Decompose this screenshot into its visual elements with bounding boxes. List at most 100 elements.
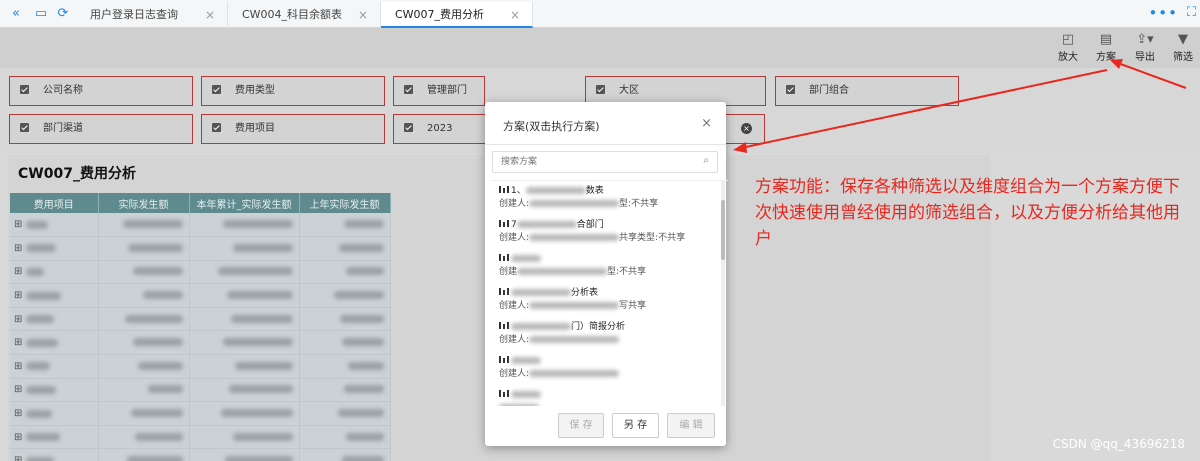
tab-account-balance[interactable]: CW004_科目余额表 × xyxy=(228,2,381,28)
scheme-meta: 创建人: xyxy=(499,368,719,381)
checkbox-icon[interactable] xyxy=(20,123,29,132)
expand-icon[interactable]: ⊞ xyxy=(14,219,22,230)
table-row[interactable]: ⊞ xyxy=(10,378,391,403)
scrollbar[interactable] xyxy=(721,180,725,406)
export-label: 导出 xyxy=(1135,52,1155,63)
close-icon[interactable]: × xyxy=(358,2,368,28)
scheme-name xyxy=(499,253,719,266)
table-cell xyxy=(189,213,300,238)
checkbox-icon[interactable] xyxy=(212,123,221,132)
expand-icon[interactable]: ⊞ xyxy=(14,337,22,348)
filter-dept-channel[interactable]: 部门渠道 xyxy=(9,114,193,144)
table-row[interactable]: ⊞ xyxy=(10,354,391,379)
scheme-item[interactable]: 1、 数表 创建人: 型:不共享 xyxy=(499,185,719,211)
data-table: 费用项目 实际发生额 本年累计_实际发生额 上年实际发生额 ⊞ ⊞ ⊞ ⊞ ⊞ ⊞ ⊞ ⊞ ⊞ ⊞… xyxy=(10,193,391,461)
table-row[interactable]: ⊞ xyxy=(10,448,391,461)
expand-icon[interactable]: ⊞ xyxy=(14,432,22,443)
scheme-item[interactable]: 创建 型:不共享 xyxy=(499,253,719,279)
save-as-button[interactable]: 另 存 xyxy=(612,413,659,438)
expand-icon[interactable]: ⊞ xyxy=(14,243,22,254)
clear-icon[interactable]: × xyxy=(741,123,752,134)
table-cell xyxy=(98,401,190,426)
expand-icon[interactable]: ⊞ xyxy=(14,455,22,461)
search-icon[interactable]: ⌕ xyxy=(703,155,709,166)
filter-company[interactable]: 公司名称 xyxy=(9,76,193,106)
zoom-button[interactable]: ◰ 放大 xyxy=(1051,32,1085,63)
scheme-name-suffix: 合部门 xyxy=(576,220,604,230)
table-row[interactable]: ⊞ xyxy=(10,283,391,308)
close-icon[interactable]: × xyxy=(205,2,215,28)
redacted-value xyxy=(122,220,183,229)
table-cell xyxy=(98,307,190,332)
column-header[interactable]: 费用项目 xyxy=(10,193,99,213)
column-header[interactable]: 本年累计_实际发生额 xyxy=(189,193,300,213)
table-row[interactable]: ⊞ xyxy=(10,425,391,450)
scheme-item[interactable]: 创建人: xyxy=(499,355,719,381)
funnel-icon: ▼ xyxy=(1178,32,1188,47)
refresh-icon[interactable]: ⟳ xyxy=(55,6,71,22)
table-row[interactable]: ⊞ xyxy=(10,260,391,285)
collapse-left-icon[interactable]: « xyxy=(8,6,24,22)
checkbox-icon[interactable] xyxy=(596,85,605,94)
redacted-text xyxy=(529,302,620,309)
expand-icon[interactable]: ⊞ xyxy=(14,314,22,325)
scheme-name-prefix: 7 xyxy=(511,220,517,230)
redacted-value xyxy=(142,291,183,300)
save-button[interactable]: 保 存 xyxy=(558,413,604,438)
checkbox-icon[interactable] xyxy=(404,123,413,132)
edit-button[interactable]: 编 辑 xyxy=(667,413,715,438)
expand-icon[interactable]: ⊞ xyxy=(14,408,22,419)
redacted-value xyxy=(126,456,183,461)
expand-icon[interactable]: ⊞ xyxy=(14,266,22,277)
export-button[interactable]: ⇪▾ 导出 xyxy=(1128,32,1162,63)
expand-icon[interactable]: ⊞ xyxy=(14,361,22,372)
filter-expense-item[interactable]: 费用项目 xyxy=(201,114,385,144)
scheme-name-suffix: 数表 xyxy=(585,186,604,196)
redacted-value xyxy=(26,220,49,229)
redacted-value xyxy=(26,433,61,442)
table-row[interactable]: ⊞ xyxy=(10,401,391,426)
scheme-button[interactable]: ▤ 方案 xyxy=(1089,32,1123,63)
table-row[interactable]: ⊞ xyxy=(10,213,391,238)
redacted-value xyxy=(26,315,55,324)
filter-mgmt-dept[interactable]: 管理部门 xyxy=(393,76,485,106)
table-cell: ⊞ xyxy=(10,260,99,285)
tab-login-log[interactable]: 用户登录日志查询 × xyxy=(76,2,228,28)
filter-button[interactable]: ▼ 筛选 xyxy=(1166,32,1200,63)
tab-expense-analysis[interactable]: CW007_费用分析 × xyxy=(381,2,533,28)
scheme-item[interactable] xyxy=(499,389,719,406)
redacted-value xyxy=(26,244,57,253)
table-row[interactable]: ⊞ xyxy=(10,236,391,261)
more-icon[interactable]: ••• xyxy=(1148,4,1178,22)
checkbox-icon[interactable] xyxy=(212,85,221,94)
redacted-value xyxy=(26,338,59,347)
creator-label: 创建人: xyxy=(499,335,530,345)
redacted-text xyxy=(529,200,620,207)
column-header[interactable]: 上年实际发生额 xyxy=(299,193,391,213)
column-header[interactable]: 实际发生额 xyxy=(98,193,190,213)
checkbox-icon[interactable] xyxy=(20,85,29,94)
search-input[interactable] xyxy=(493,152,693,172)
window-icon[interactable]: ▭ xyxy=(33,6,49,22)
scheme-item[interactable]: 门）简报分析 创建人: xyxy=(499,321,719,347)
expand-icon[interactable]: ⊞ xyxy=(14,290,22,301)
table-row[interactable]: ⊞ xyxy=(10,307,391,332)
scheme-item[interactable]: 7 合部门 创建人: 共享类型:不共享 xyxy=(499,219,719,245)
filter-expense-type[interactable]: 费用类型 xyxy=(201,76,385,106)
redacted-value xyxy=(337,409,384,418)
scrollbar-thumb[interactable] xyxy=(721,200,725,260)
scheme-search[interactable]: ⌕ xyxy=(492,151,718,173)
close-icon[interactable]: × xyxy=(701,116,712,131)
expand-icon[interactable]: ⊞ xyxy=(14,384,22,395)
fullscreen-icon[interactable]: ⛶ xyxy=(1187,5,1196,20)
close-icon[interactable]: × xyxy=(510,2,520,28)
checkbox-icon[interactable] xyxy=(404,85,413,94)
checkbox-icon[interactable] xyxy=(786,85,795,94)
table-row[interactable]: ⊞ xyxy=(10,330,391,356)
scheme-item[interactable]: 分析表 创建人: 写共享 xyxy=(499,287,719,313)
table-cell xyxy=(189,283,300,308)
table-cell: ⊞ xyxy=(10,378,99,403)
redacted-value xyxy=(343,385,384,394)
tab-bar: « ▭ ⟳ 用户登录日志查询 × CW004_科目余额表 × CW007_费用分… xyxy=(0,0,1200,28)
filter-dept-combo[interactable]: 部门组合 xyxy=(775,76,959,106)
